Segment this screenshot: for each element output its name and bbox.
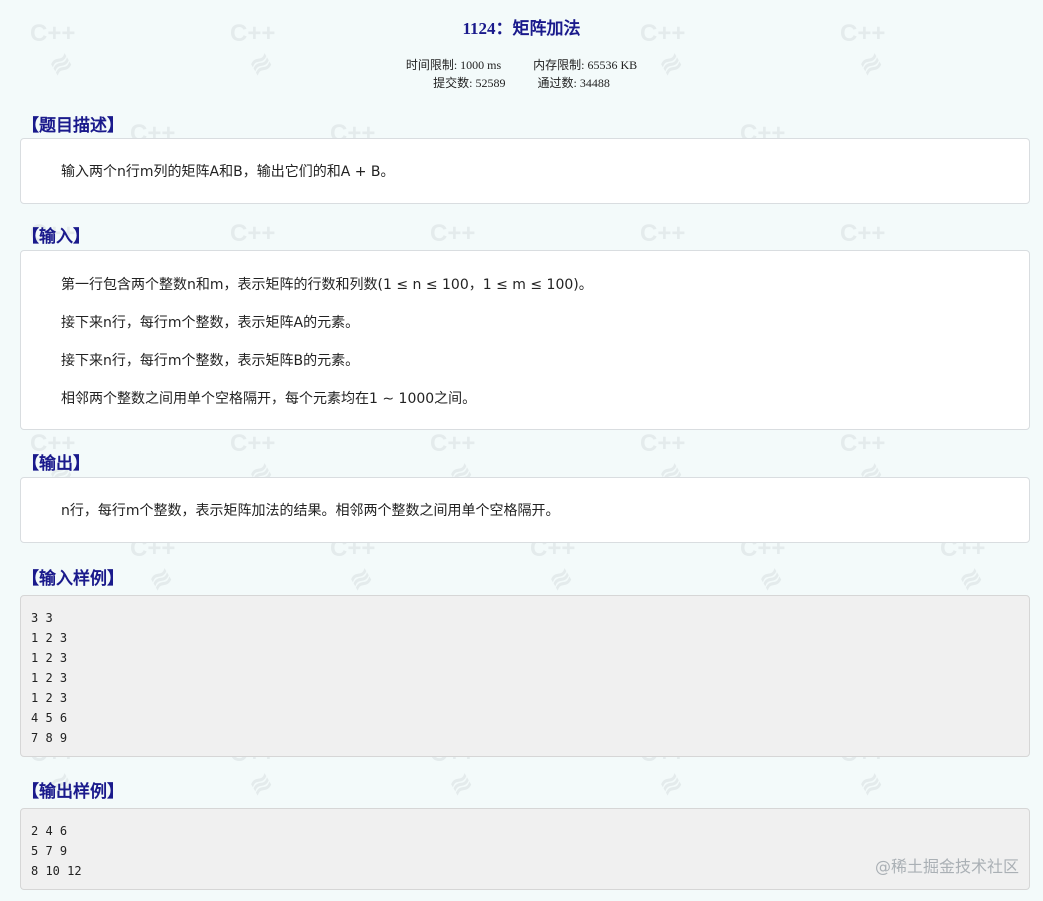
description-text: 输入两个n行m列的矩阵A和B，输出它们的和A + B。 <box>61 164 395 180</box>
problem-id: 1124 <box>462 19 496 38</box>
accepted-count: 通过数: 34488 <box>537 76 610 90</box>
input-line: 相邻两个整数之间用单个空格隔开，每个元素均在1 ∼ 1000之间。 <box>61 391 477 407</box>
memory-limit: 内存限制: 65536 KB <box>533 58 638 72</box>
watermark-tile: C++≋ <box>330 535 378 598</box>
input-line: 第一行包含两个整数n和m，表示矩阵的行数和列数(1 ≤ n ≤ 100，1 ≤ … <box>61 277 593 293</box>
watermark-tile: C++≋ <box>740 535 788 598</box>
title-separator: ： <box>495 19 513 39</box>
sample-output-code[interactable]: 2 4 6 5 7 9 8 10 12 <box>31 821 82 881</box>
problem-name: 矩阵加法 <box>512 19 581 39</box>
watermark-tile: C++≋ <box>530 535 578 598</box>
watermark-tile: C++≋ <box>940 535 988 598</box>
sample-input-code[interactable]: 3 3 1 2 3 1 2 3 1 2 3 1 2 3 4 5 6 7 8 9 <box>31 608 67 748</box>
input-line: 接下来n行，每行m个整数，表示矩阵A的元素。 <box>61 315 360 331</box>
stats-row: 提交数: 52589 通过数: 34488 <box>0 74 1043 91</box>
input-box: 第一行包含两个整数n和m，表示矩阵的行数和列数(1 ≤ n ≤ 100，1 ≤ … <box>20 250 1030 430</box>
sample-output-heading: 【输出样例】 <box>22 782 124 802</box>
sample-input-block[interactable]: 3 3 1 2 3 1 2 3 1 2 3 1 2 3 4 5 6 7 8 9 <box>20 595 1030 757</box>
sample-input-heading: 【输入样例】 <box>22 569 124 589</box>
problem-title: 1124：矩阵加法 <box>0 14 1043 39</box>
output-box: n行，每行m个整数，表示矩阵加法的结果。相邻两个整数之间用单个空格隔开。 <box>20 477 1030 543</box>
description-heading: 【题目描述】 <box>22 116 124 136</box>
output-text: n行，每行m个整数，表示矩阵加法的结果。相邻两个整数之间用单个空格隔开。 <box>61 503 560 519</box>
time-limit: 时间限制: 1000 ms <box>405 58 502 72</box>
description-box: 输入两个n行m列的矩阵A和B，输出它们的和A + B。 <box>20 138 1030 204</box>
submission-count: 提交数: 52589 <box>433 76 506 90</box>
source-watermark: @稀土掘金技术社区 <box>874 857 1019 876</box>
output-heading: 【输出】 <box>22 454 90 474</box>
watermark-tile: C++≋ <box>130 535 178 598</box>
input-line: 接下来n行，每行m个整数，表示矩阵B的元素。 <box>61 353 360 369</box>
input-heading: 【输入】 <box>22 227 90 247</box>
sample-output-block[interactable]: 2 4 6 5 7 9 8 10 12 <box>20 808 1030 890</box>
limits-row: 时间限制: 1000 ms 内存限制: 65536 KB <box>0 56 1043 73</box>
